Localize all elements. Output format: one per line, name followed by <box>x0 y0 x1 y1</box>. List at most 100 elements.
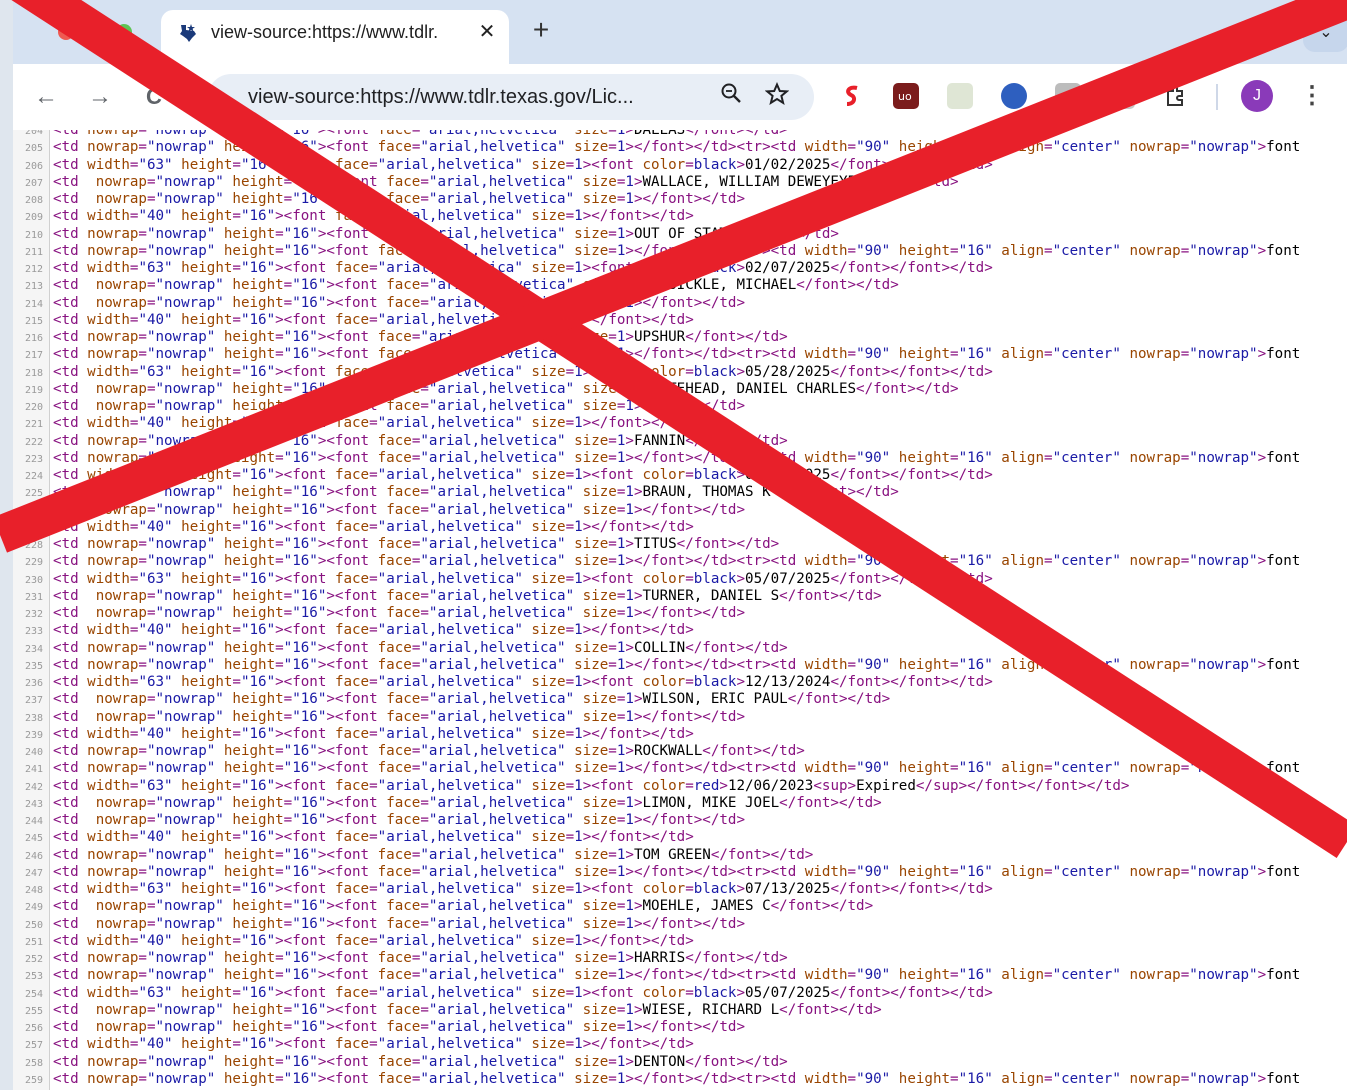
new-tab-button[interactable]: + <box>525 14 557 46</box>
source-line: 220 <td nowrap="nowrap" height="16"><font… <box>13 398 1347 415</box>
ublock-icon[interactable]: uo <box>893 83 919 109</box>
line-number: 234 <box>24 643 43 655</box>
address-bar[interactable]: view-source:https://www.tdlr.texas.gov/L… <box>208 74 814 120</box>
source-lines: 204 <td nowrap="nowrap" height="16"><font… <box>13 130 1347 1088</box>
source-line: 228 <td nowrap="nowrap" height="16"><font… <box>13 536 1347 553</box>
source-line: 209 <td width="40" height="16"><font face… <box>13 208 1347 225</box>
star-icon[interactable] <box>762 81 792 112</box>
source-line: 254 <td width="63" height="16"><font face… <box>13 985 1347 1002</box>
line-number: 222 <box>24 436 43 448</box>
tab-strip: view-source:https://www.tdlr. ✕ + ⌄ <box>13 0 1347 64</box>
source-code: <td nowrap="nowrap" height="16"><font fa… <box>53 553 1301 570</box>
source-code: <td nowrap="nowrap" height="16"><font fa… <box>53 130 788 138</box>
reload-button[interactable]: C <box>139 82 169 112</box>
url-text[interactable]: view-source:https://www.tdlr.texas.gov/L… <box>248 86 634 109</box>
source-line: 242 <td width="63" height="16"><font face… <box>13 778 1347 795</box>
line-number: 250 <box>24 919 43 931</box>
maximize-window-button[interactable] <box>116 24 132 40</box>
line-number: 246 <box>24 850 43 862</box>
line-number: 259 <box>24 1074 43 1086</box>
source-code: <td nowrap="nowrap" height="16"><font fa… <box>53 605 745 621</box>
source-code: <td width="63" height="16"><font face="a… <box>53 363 993 380</box>
h-extension-icon[interactable]: h <box>1109 83 1135 109</box>
browser-menu-button[interactable]: ⋮ <box>1297 82 1327 112</box>
line-number: 228 <box>24 540 43 551</box>
source-code: <td nowrap="nowrap" height="16"><font fa… <box>53 915 745 932</box>
source-line: 231 <td nowrap="nowrap" height="16"><font… <box>13 588 1347 605</box>
source-code: <td nowrap="nowrap" height="16"><font fa… <box>53 863 1301 880</box>
source-code: <td width="63" height="16"><font face="a… <box>53 881 993 897</box>
source-code: <td nowrap="nowrap" height="16"><font fa… <box>53 846 814 863</box>
source-code: <td nowrap="nowrap" height="16"><font fa… <box>53 346 1301 363</box>
browser-toolbar: ← → C view-source:https://www.tdlr.texas… <box>13 64 1347 130</box>
line-number: 214 <box>24 298 43 310</box>
source-code: <td nowrap="nowrap" height="16"><font fa… <box>53 277 899 294</box>
line-number: 227 <box>24 522 43 534</box>
tab-active[interactable]: view-source:https://www.tdlr. ✕ <box>161 10 509 64</box>
line-number: 215 <box>24 315 43 327</box>
s-extension-icon[interactable] <box>839 83 865 109</box>
source-line: 212 <td width="63" height="16"><font face… <box>13 260 1347 277</box>
line-number: 212 <box>24 264 43 275</box>
line-number: 207 <box>24 177 43 189</box>
source-line: 257 <td width="40" height="16"><font face… <box>13 1036 1347 1053</box>
source-line: 218 <td width="63" height="16"><font face… <box>13 364 1347 381</box>
source-line: 255 <td nowrap="nowrap" height="16"><font… <box>13 1002 1347 1019</box>
back-button[interactable]: ← <box>31 82 61 112</box>
source-line: 247 <td nowrap="nowrap" height="16"><font… <box>13 864 1347 881</box>
magnifier-icon[interactable] <box>716 82 746 112</box>
source-code: <td nowrap="nowrap" height="16"><font fa… <box>53 691 891 708</box>
source-code: <td width="40" height="16"><font face="a… <box>53 725 694 742</box>
line-number: 240 <box>24 747 43 758</box>
source-code: <td nowrap="nowrap" height="16"><font fa… <box>53 398 745 414</box>
line-number: 241 <box>24 764 43 776</box>
line-number: 239 <box>24 729 43 741</box>
source-code: <td nowrap="nowrap" height="16"><font fa… <box>53 432 788 449</box>
svg-text:h: h <box>1116 88 1126 106</box>
line-number: 251 <box>24 936 43 948</box>
forward-button[interactable]: → <box>85 82 115 112</box>
source-line: 253 <td nowrap="nowrap" height="16"><font… <box>13 967 1347 984</box>
source-code: <td nowrap="nowrap" height="16"><font fa… <box>53 294 745 311</box>
close-window-button[interactable] <box>58 24 74 40</box>
line-number: 205 <box>24 143 43 155</box>
frog-extension-icon[interactable] <box>947 83 973 109</box>
avatar[interactable]: J <box>1241 80 1273 112</box>
source-code: <td nowrap="nowrap" height="16"><font fa… <box>53 449 1301 466</box>
source-code: <td nowrap="nowrap" height="16"><font fa… <box>53 1070 1301 1087</box>
source-code: <td width="40" height="16"><font face="a… <box>53 415 694 432</box>
source-line: 245 <td width="40" height="16"><font face… <box>13 829 1347 846</box>
blue-extension-icon[interactable] <box>1001 83 1027 109</box>
puzzle-icon[interactable] <box>1163 83 1189 109</box>
line-number: 208 <box>24 195 43 206</box>
minimize-window-button[interactable] <box>87 24 103 40</box>
line-number: 210 <box>24 229 43 241</box>
line-number: 245 <box>24 833 43 845</box>
source-code: <td nowrap="nowrap" height="16"><font fa… <box>53 794 882 811</box>
source-line: 227 <td width="40" height="16"><font face… <box>13 519 1347 536</box>
line-number: 257 <box>24 1040 43 1052</box>
tab-search-button[interactable]: ⌄ <box>1303 14 1347 52</box>
line-number: 242 <box>24 781 43 793</box>
line-number: 229 <box>24 557 43 569</box>
source-code: <td nowrap="nowrap" height="16"><font fa… <box>53 639 788 656</box>
line-number: 254 <box>24 988 43 1000</box>
line-number: 256 <box>24 1023 43 1034</box>
tab-close-icon[interactable]: ✕ <box>473 18 501 46</box>
doc-extension-icon[interactable] <box>1055 83 1081 109</box>
source-line: 223 <td nowrap="nowrap" height="16"><font… <box>13 450 1347 467</box>
line-number: 209 <box>24 212 43 224</box>
source-line: 204 <td nowrap="nowrap" height="16"><font… <box>13 130 1347 139</box>
line-number: 244 <box>24 816 43 827</box>
source-code: <td width="40" height="16"><font face="a… <box>53 829 694 846</box>
source-line: 219 <td nowrap="nowrap" height="16"><font… <box>13 381 1347 398</box>
source-line: 232 <td nowrap="nowrap" height="16"><font… <box>13 605 1347 622</box>
source-line: 258 <td nowrap="nowrap" height="16"><font… <box>13 1054 1347 1071</box>
line-number: 217 <box>24 350 43 362</box>
line-number: 218 <box>24 367 43 379</box>
line-number: 247 <box>24 867 43 879</box>
line-number: 206 <box>24 160 43 172</box>
line-number: 224 <box>24 471 43 482</box>
source-line: 208 <td nowrap="nowrap" height="16"><font… <box>13 191 1347 208</box>
source-line: 226 <td nowrap="nowrap" height="16"><font… <box>13 502 1347 519</box>
